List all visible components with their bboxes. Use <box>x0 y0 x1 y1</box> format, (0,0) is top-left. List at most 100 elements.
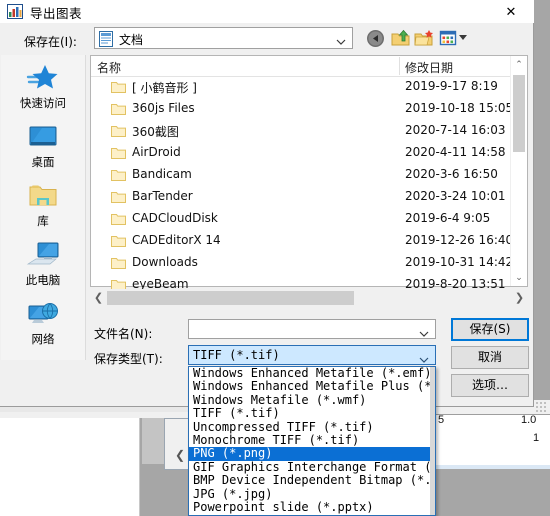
folder-icon <box>111 124 126 137</box>
options-button[interactable]: 选项… <box>451 374 529 397</box>
scroll-up-icon[interactable]: ⌃ <box>511 56 527 73</box>
table-row[interactable]: 360截图 2020-7-14 16:03 <box>91 120 511 142</box>
network-icon <box>26 299 60 329</box>
desktop-icon <box>26 122 60 152</box>
documents-icon <box>99 31 114 47</box>
dropdown-option[interactable]: TIFF (*.tif) <box>189 406 435 420</box>
file-date: 2020-7-14 16:03 <box>405 123 506 137</box>
table-row[interactable]: AirDroid 2020-4-11 14:58 <box>91 142 511 164</box>
file-date: 2019-10-18 15:05 <box>405 101 514 115</box>
libraries-icon <box>26 181 60 211</box>
file-type-combobox[interactable]: TIFF (*.tif) <box>188 345 436 365</box>
file-name: CADEditorX 14 <box>132 233 221 247</box>
folder-icon <box>111 146 126 159</box>
chart-icon <box>7 4 23 19</box>
file-name: 360js Files <box>132 101 195 115</box>
table-row[interactable]: CADCloudDisk 2019-6-4 9:05 <box>91 208 511 230</box>
file-date: 2019-10-31 14:42 <box>405 255 514 269</box>
sidebar-item-label: 快速访问 <box>20 96 66 110</box>
folder-icon <box>111 80 126 93</box>
file-list-header: 名称 修改日期 <box>91 56 527 77</box>
file-list[interactable]: 名称 修改日期 [ 小鹤音形 ] 2019-9-17 8:19 360js Fi… <box>90 55 528 291</box>
dropdown-option[interactable]: GIF Graphics Interchange Format (*.gif) <box>189 460 435 474</box>
dropdown-option[interactable]: Uncompressed TIFF (*.tif) <box>189 420 435 434</box>
up-one-level-icon[interactable] <box>391 29 410 48</box>
sidebar-item-desktop[interactable]: 桌面 <box>1 118 85 175</box>
scroll-left-icon[interactable]: ❮ <box>90 289 107 307</box>
table-row[interactable]: 360js Files 2019-10-18 15:05 <box>91 98 514 120</box>
dropdown-option[interactable]: JPG (*.jpg) <box>189 487 435 501</box>
table-row[interactable]: [ 小鹤音形 ] 2019-9-17 8:19 <box>91 76 511 98</box>
sidebar-item-this-pc[interactable]: 此电脑 <box>1 236 85 293</box>
file-list-horizontal-scrollbar[interactable]: ❮ ❯ <box>90 289 528 307</box>
scrollbar-thumb[interactable] <box>107 291 354 305</box>
column-divider[interactable] <box>399 57 400 75</box>
sidebar-item-quick-access[interactable]: 快速访问 <box>1 59 85 116</box>
scroll-right-icon[interactable]: ❯ <box>511 289 528 307</box>
sidebar-item-libraries[interactable]: 库 <box>1 177 85 234</box>
places-bar: 快速访问 桌面 库 此电脑 网络 <box>1 55 86 360</box>
save-in-label: 保存在(I): <box>24 35 77 49</box>
chevron-down-icon[interactable] <box>419 326 429 337</box>
chevron-down-icon[interactable] <box>419 352 429 363</box>
dropdown-scrollbar[interactable] <box>430 367 435 515</box>
background-axis-value-c: 1 <box>533 432 540 444</box>
file-date: 2020-3-24 10:01 <box>405 189 506 203</box>
folder-icon <box>111 212 126 225</box>
column-header-name[interactable]: 名称 <box>97 59 121 76</box>
dropdown-option[interactable]: Windows Metafile (*.wmf) <box>189 393 435 407</box>
views-chevron-down-icon[interactable] <box>459 35 467 40</box>
dropdown-option[interactable]: Monochrome TIFF (*.tif) <box>189 433 435 447</box>
background-axis-value-b: 1.0 <box>521 414 537 426</box>
table-row[interactable]: BarTender 2020-3-24 10:01 <box>91 186 511 208</box>
file-list-rows: [ 小鹤音形 ] 2019-9-17 8:19 360js Files 2019… <box>91 76 514 296</box>
new-folder-icon[interactable] <box>414 29 433 48</box>
dropdown-option[interactable]: Windows Enhanced Metafile Plus (*.emf) <box>189 379 435 393</box>
table-row[interactable]: Downloads 2019-10-31 14:42 <box>91 252 514 274</box>
back-icon[interactable] <box>366 29 385 48</box>
sidebar-item-label: 此电脑 <box>25 273 61 287</box>
save-dialog: 导出图表 ✕ 保存在(I): 文档 快速访问 桌面 库 此电脑 网络 名称 修改… <box>0 0 534 407</box>
collapse-left-icon[interactable]: ❮ <box>170 446 190 464</box>
close-icon[interactable]: ✕ <box>488 0 534 23</box>
dropdown-option[interactable]: Powerpoint slide (*.pptx) <box>189 500 435 514</box>
save-button[interactable]: 保存(S) <box>451 318 529 341</box>
file-name-input[interactable] <box>192 322 418 339</box>
file-type-label: 保存类型(T): <box>94 352 163 366</box>
chevron-down-icon[interactable] <box>336 34 346 45</box>
page-title: 导出图表 <box>30 6 83 21</box>
views-icon[interactable] <box>439 29 458 48</box>
save-in-combobox[interactable]: 文档 <box>94 27 353 49</box>
file-name: [ 小鹤音形 ] <box>132 81 197 95</box>
file-date: 2020-3-6 16:50 <box>405 167 498 181</box>
scroll-down-icon[interactable]: ⌄ <box>511 269 527 286</box>
dropdown-option[interactable]: Windows Enhanced Metafile (*.emf) <box>189 367 435 380</box>
column-header-date[interactable]: 修改日期 <box>405 59 453 76</box>
folder-icon <box>111 102 126 115</box>
dropdown-option[interactable]: BMP Device Independent Bitmap (*.bmp) <box>189 473 435 487</box>
sidebar-item-label: 桌面 <box>31 155 55 169</box>
file-date: 2020-4-11 14:58 <box>405 145 506 159</box>
file-list-vertical-scrollbar[interactable]: ⌃ ⌄ <box>510 56 527 286</box>
file-date: 2019-12-26 16:40 <box>405 233 514 247</box>
file-name: BarTender <box>132 189 193 203</box>
folder-icon <box>111 190 126 203</box>
resize-grip-icon[interactable] <box>536 402 546 412</box>
cancel-button[interactable]: 取消 <box>451 346 529 369</box>
dialog-titlebar: 导出图表 ✕ <box>0 0 534 23</box>
file-name: AirDroid <box>132 145 181 159</box>
sidebar-item-network[interactable]: 网络 <box>1 295 85 352</box>
background-scroll-column <box>142 418 164 464</box>
table-row[interactable]: CADEditorX 14 2019-12-26 16:40 <box>91 230 514 252</box>
save-in-value: 文档 <box>119 33 144 47</box>
folder-icon <box>111 256 126 269</box>
sidebar-item-label: 网络 <box>31 332 55 346</box>
dropdown-option-selected[interactable]: PNG (*.png) <box>189 446 435 461</box>
table-row[interactable]: Bandicam 2020-3-6 16:50 <box>91 164 511 186</box>
background-status-strip <box>434 465 550 469</box>
scrollbar-thumb[interactable] <box>513 75 525 152</box>
file-name-combobox[interactable] <box>188 319 436 339</box>
file-type-dropdown-list[interactable]: Windows Enhanced Metafile (*.emf) Window… <box>188 366 436 516</box>
file-date: 2019-6-4 9:05 <box>405 211 491 225</box>
background-canvas <box>0 418 140 516</box>
